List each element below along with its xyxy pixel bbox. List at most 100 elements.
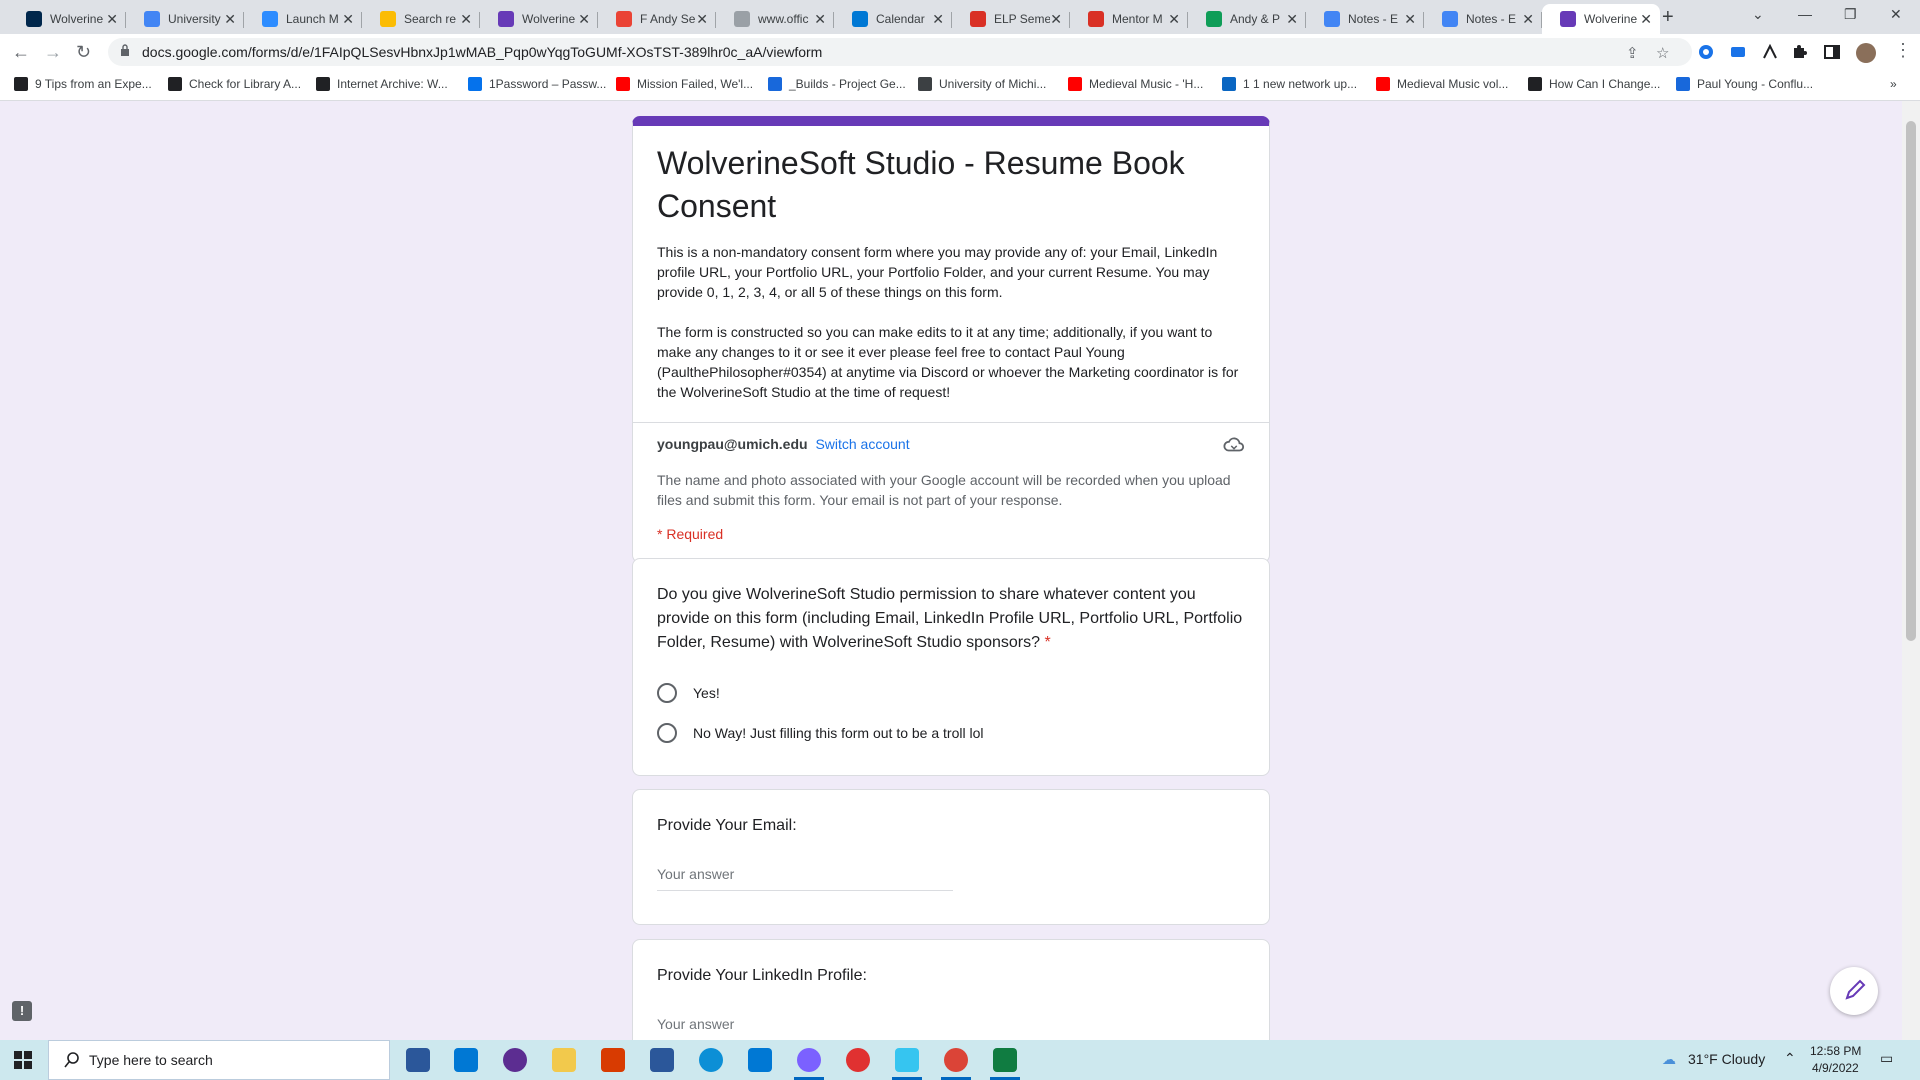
store-icon[interactable] <box>406 1048 430 1072</box>
side-panel-icon[interactable] <box>1824 44 1840 60</box>
bookmark-item[interactable]: Internet Archive: W... <box>316 77 448 91</box>
chrome-icon[interactable] <box>944 1048 968 1072</box>
close-tab-icon[interactable]: ✕ <box>1640 11 1652 28</box>
address-bar[interactable]: docs.google.com/forms/d/e/1FAIpQLSesvHbn… <box>108 38 1692 66</box>
radio-circle[interactable] <box>657 683 677 703</box>
extension-screen-icon[interactable] <box>1730 44 1746 60</box>
bookmark-item[interactable]: 1Password – Passw... <box>468 77 606 91</box>
close-tab-icon[interactable]: ✕ <box>1168 11 1180 28</box>
browser-tab[interactable]: www.offic ✕ <box>716 4 834 34</box>
back-icon[interactable]: ← <box>12 42 30 63</box>
browser-tab[interactable]: Wolverine ✕ <box>8 4 126 34</box>
minimize-button[interactable]: — <box>1798 6 1812 22</box>
bookmark-label: 1 1 new network up... <box>1243 77 1358 91</box>
linkedin-answer-input[interactable]: Your answer <box>657 1016 953 1040</box>
browser-tab[interactable]: Mentor M ✕ <box>1070 4 1188 34</box>
bookmark-item[interactable]: Check for Library A... <box>168 77 301 91</box>
browser-tab[interactable]: Andy & P ✕ <box>1188 4 1306 34</box>
word-icon[interactable] <box>650 1048 674 1072</box>
bookmark-item[interactable]: University of Michi... <box>918 77 1046 91</box>
new-tab-button[interactable]: + <box>1662 6 1674 29</box>
close-tab-icon[interactable]: ✕ <box>1050 11 1062 28</box>
profile-avatar[interactable] <box>1856 43 1876 63</box>
zoom-icon <box>262 11 278 27</box>
close-tab-icon[interactable]: ✕ <box>460 11 472 28</box>
pencil-icon <box>1845 979 1866 1000</box>
tray-chevron-icon[interactable]: ⌃ <box>1784 1050 1796 1067</box>
radio-option-no[interactable]: No Way! Just filling this form out to be… <box>657 713 1269 753</box>
file-explorer-icon[interactable] <box>552 1048 576 1072</box>
close-tab-icon[interactable]: ✕ <box>342 11 354 28</box>
app-circle-icon[interactable] <box>503 1048 527 1072</box>
discord-icon[interactable] <box>797 1048 821 1072</box>
clock-date[interactable]: 4/9/2022 <box>1812 1061 1859 1075</box>
taskbar-search-box[interactable]: Type here to search <box>48 1040 390 1080</box>
lock-icon <box>121 44 129 56</box>
extension-onepassword-icon[interactable] <box>1698 44 1714 60</box>
browser-tab[interactable]: Wolverine ✕ <box>480 4 598 34</box>
more-bookmarks-icon[interactable]: » <box>1890 77 1897 91</box>
bookmark-star-icon[interactable]: ☆ <box>1656 44 1669 62</box>
menu-kebab-icon[interactable]: ⋮ <box>1894 40 1912 61</box>
bookmark-item[interactable]: Medieval Music vol... <box>1376 77 1508 91</box>
michigan-icon <box>26 11 42 27</box>
bookmark-item[interactable]: 9 Tips from an Expe... <box>14 77 152 91</box>
media-icon[interactable] <box>846 1048 870 1072</box>
browser-tab[interactable]: Calendar ✕ <box>834 4 952 34</box>
bookmark-item[interactable]: How Can I Change... <box>1528 77 1660 91</box>
bookmark-item[interactable]: 1 1 new network up... <box>1222 77 1357 91</box>
loading-icon <box>970 11 986 27</box>
radio-circle[interactable] <box>657 723 677 743</box>
close-tab-icon[interactable]: ✕ <box>696 11 708 28</box>
close-tab-icon[interactable]: ✕ <box>1404 11 1416 28</box>
bookmark-item[interactable]: Medieval Music - 'H... <box>1068 77 1203 91</box>
close-tab-icon[interactable]: ✕ <box>106 11 118 28</box>
browser-tab[interactable]: Search re ✕ <box>362 4 480 34</box>
reload-icon[interactable]: ↻ <box>76 42 91 63</box>
bookmark-item[interactable]: Mission Failed, We'l... <box>616 77 753 91</box>
slack-icon[interactable] <box>895 1048 919 1072</box>
browser-tab[interactable]: University ✕ <box>126 4 244 34</box>
tab-search-icon[interactable]: ⌄ <box>1752 6 1764 23</box>
weather-cloud-icon[interactable]: ☁ <box>1662 1051 1676 1068</box>
tab-title: Wolverine <box>50 12 104 26</box>
cube-icon <box>918 77 932 91</box>
edge-icon[interactable] <box>699 1048 723 1072</box>
browser-tab[interactable]: ELP Seme ✕ <box>952 4 1070 34</box>
report-feedback-icon[interactable]: ! <box>12 1001 32 1021</box>
close-tab-icon[interactable]: ✕ <box>814 11 826 28</box>
close-tab-icon[interactable]: ✕ <box>1522 11 1534 28</box>
browser-tab[interactable]: Notes - E ✕ <box>1306 4 1424 34</box>
switch-account-link[interactable]: Switch account <box>815 436 909 452</box>
close-tab-icon[interactable]: ✕ <box>1286 11 1298 28</box>
extension-arrow-icon[interactable] <box>1762 44 1778 60</box>
bookmark-item[interactable]: _Builds - Project Ge... <box>768 77 906 91</box>
page-scrollbar[interactable] <box>1902 101 1920 1040</box>
restore-button[interactable]: ❐ <box>1844 6 1857 23</box>
edit-fab-button[interactable] <box>1830 967 1878 1015</box>
scrollbar-thumb[interactable] <box>1906 121 1916 641</box>
clock-time[interactable]: 12:58 PM <box>1810 1044 1861 1058</box>
extensions-puzzle-icon[interactable] <box>1792 44 1808 60</box>
browser-tab[interactable]: Notes - E ✕ <box>1424 4 1542 34</box>
mail-icon[interactable] <box>454 1048 478 1072</box>
browser-tab[interactable]: F Andy Se ✕ <box>598 4 716 34</box>
vscode-icon[interactable] <box>748 1048 772 1072</box>
divider <box>633 422 1269 423</box>
browser-tab[interactable]: Wolverine ✕ <box>1542 4 1660 34</box>
forward-icon[interactable]: → <box>44 42 62 63</box>
close-tab-icon[interactable]: ✕ <box>932 11 944 28</box>
share-icon[interactable]: ⇪ <box>1626 44 1639 62</box>
browser-tab[interactable]: Launch M ✕ <box>244 4 362 34</box>
close-tab-icon[interactable]: ✕ <box>224 11 236 28</box>
office-icon[interactable] <box>601 1048 625 1072</box>
notifications-icon[interactable]: ▭ <box>1880 1050 1893 1067</box>
close-tab-icon[interactable]: ✕ <box>578 11 590 28</box>
weather-text[interactable]: 31°F Cloudy <box>1688 1051 1765 1067</box>
excel-icon[interactable] <box>993 1048 1017 1072</box>
radio-option-yes[interactable]: Yes! <box>657 673 1269 713</box>
email-answer-input[interactable]: Your answer <box>657 866 953 891</box>
windows-start-icon[interactable] <box>14 1051 32 1069</box>
close-window-button[interactable]: ✕ <box>1890 6 1902 23</box>
bookmark-item[interactable]: Paul Young - Conflu... <box>1676 77 1813 91</box>
